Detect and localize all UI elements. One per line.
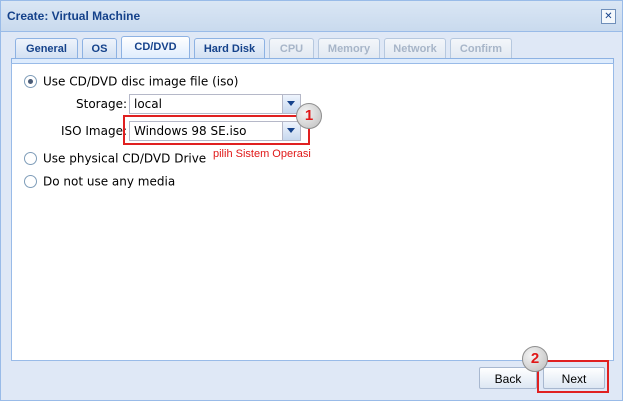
step-2-badge: 2 [522, 346, 548, 372]
tab-network: Network [384, 38, 446, 58]
storage-select[interactable]: local [129, 94, 301, 114]
tab-strip: General OS CD/DVD Hard Disk CPU Memory N… [11, 35, 612, 59]
radio-checked-icon[interactable] [24, 75, 37, 88]
step-1-badge: 1 [296, 103, 322, 129]
tab-os[interactable]: OS [82, 38, 117, 58]
tab-hard-disk[interactable]: Hard Disk [194, 38, 265, 58]
storage-value: local [134, 97, 162, 111]
iso-image-label: ISO Image: [60, 124, 127, 138]
iso-highlight-box [123, 115, 310, 145]
next-highlight-box [537, 360, 609, 393]
radio-unchecked-icon[interactable] [24, 175, 37, 188]
radio-physical-drive-label: Use physical CD/DVD Drive [43, 151, 207, 166]
radio-physical-drive[interactable]: Use physical CD/DVD Drive [24, 151, 206, 167]
close-icon[interactable]: ✕ [601, 9, 616, 24]
tab-cpu: CPU [269, 38, 314, 58]
create-vm-window: Create: Virtual Machine ✕ General OS CD/… [0, 0, 623, 401]
tab-memory: Memory [318, 38, 380, 58]
window-title: Create: Virtual Machine [7, 9, 141, 23]
tab-confirm: Confirm [450, 38, 512, 58]
title-bar[interactable]: Create: Virtual Machine ✕ [1, 1, 622, 32]
radio-unchecked-icon[interactable] [24, 152, 37, 165]
storage-label: Storage: [76, 97, 127, 111]
tab-general[interactable]: General [15, 38, 78, 58]
tab-cd-dvd[interactable]: CD/DVD [121, 36, 190, 59]
radio-no-media[interactable]: Do not use any media [24, 174, 175, 190]
radio-use-iso-label: Use CD/DVD disc image file (iso) [43, 74, 239, 89]
radio-use-iso[interactable]: Use CD/DVD disc image file (iso) [24, 74, 238, 90]
annotation-hint: pilih Sistem Operasi [213, 148, 311, 160]
radio-no-media-label: Do not use any media [43, 174, 176, 189]
